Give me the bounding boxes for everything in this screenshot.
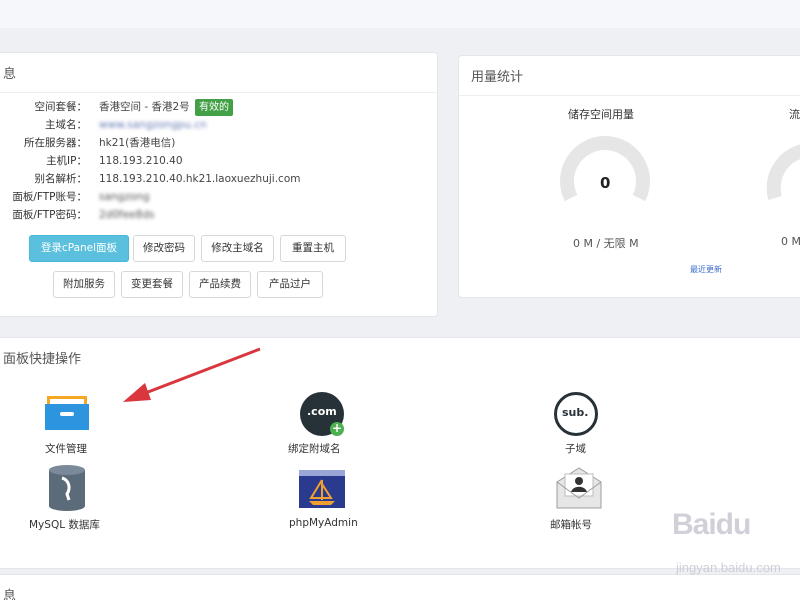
phpmyadmin-icon[interactable]: [299, 470, 345, 508]
gauge-title: 流: [789, 108, 800, 121]
panel-title: 息: [0, 53, 437, 93]
change-password-button[interactable]: 修改密码: [133, 235, 195, 262]
plus-icon: +: [330, 421, 344, 436]
gauge-caption: 0 M / 无限 M: [573, 237, 639, 250]
info-row-domain: 主域名： www.sangzongpu.cn: [45, 119, 207, 131]
renew-product-button[interactable]: 产品续费: [189, 271, 251, 298]
app-label[interactable]: 绑定附域名: [288, 441, 341, 456]
app-label[interactable]: 文件管理: [45, 441, 87, 456]
panel-title: 用量统计: [459, 56, 800, 96]
storage-gauge: [560, 136, 650, 202]
usage-stats-panel: 用量统计 储存空间用量 0 0 M / 无限 M 最近更新 流 0 M: [458, 55, 800, 298]
gauge-value: 0: [600, 174, 611, 192]
change-plan-button[interactable]: 变更套餐: [121, 271, 183, 298]
addon-services-button[interactable]: 附加服务: [53, 271, 115, 298]
app-label[interactable]: phpMyAdmin: [289, 517, 358, 529]
info-row-ip: 主机IP： 118.193.210.40: [46, 155, 183, 167]
app-label[interactable]: 邮箱帐号: [550, 517, 592, 532]
email-accounts-icon[interactable]: [555, 466, 603, 510]
mysql-database-icon[interactable]: [45, 464, 89, 512]
app-label[interactable]: MySQL 数据库: [29, 517, 100, 532]
login-cpanel-button[interactable]: 登录cPanel面板: [29, 235, 129, 262]
reset-host-button[interactable]: 重置主机: [280, 235, 346, 262]
info-row-plan: 空间套餐： 香港空间 - 香港2号 有效的: [0, 99, 435, 116]
file-manager-icon[interactable]: [43, 392, 91, 432]
info-row-server: 所在服务器： hk21(香港电信): [24, 137, 176, 149]
baidu-watermark: Baidu: [672, 508, 751, 541]
recent-update-link[interactable]: 最近更新: [690, 264, 722, 275]
top-bar: [0, 0, 800, 28]
info-row-alias: 别名解析： 118.193.210.40.hk21.laoxuezhuji.co…: [34, 173, 301, 185]
subdomain-icon[interactable]: sub.: [554, 392, 598, 436]
bandwidth-gauge: [766, 144, 800, 200]
bottom-panel: 息: [0, 574, 800, 600]
service-info-panel: 息 空间套餐： 香港空间 - 香港2号 有效的 主域名： www.sangzon…: [0, 52, 438, 317]
watermark-url: jingyan.baidu.com: [676, 560, 781, 575]
info-row-ftp-account: 面板/FTP账号： sangzong: [12, 191, 150, 203]
status-badge: 有效的: [195, 99, 233, 116]
change-main-domain-button[interactable]: 修改主域名: [201, 235, 274, 262]
gauge-caption: 0 M: [781, 235, 800, 248]
app-label[interactable]: 子域: [565, 441, 586, 456]
panel-title: 息: [3, 589, 17, 600]
info-row-ftp-password: 面板/FTP密码： 2d0fee8ds: [12, 209, 155, 221]
transfer-product-button[interactable]: 产品过户: [257, 271, 323, 298]
gauge-title: 储存空间用量: [568, 108, 634, 121]
red-arrow-annotation: [123, 347, 261, 402]
addon-domain-icon[interactable]: .com +: [300, 392, 344, 436]
